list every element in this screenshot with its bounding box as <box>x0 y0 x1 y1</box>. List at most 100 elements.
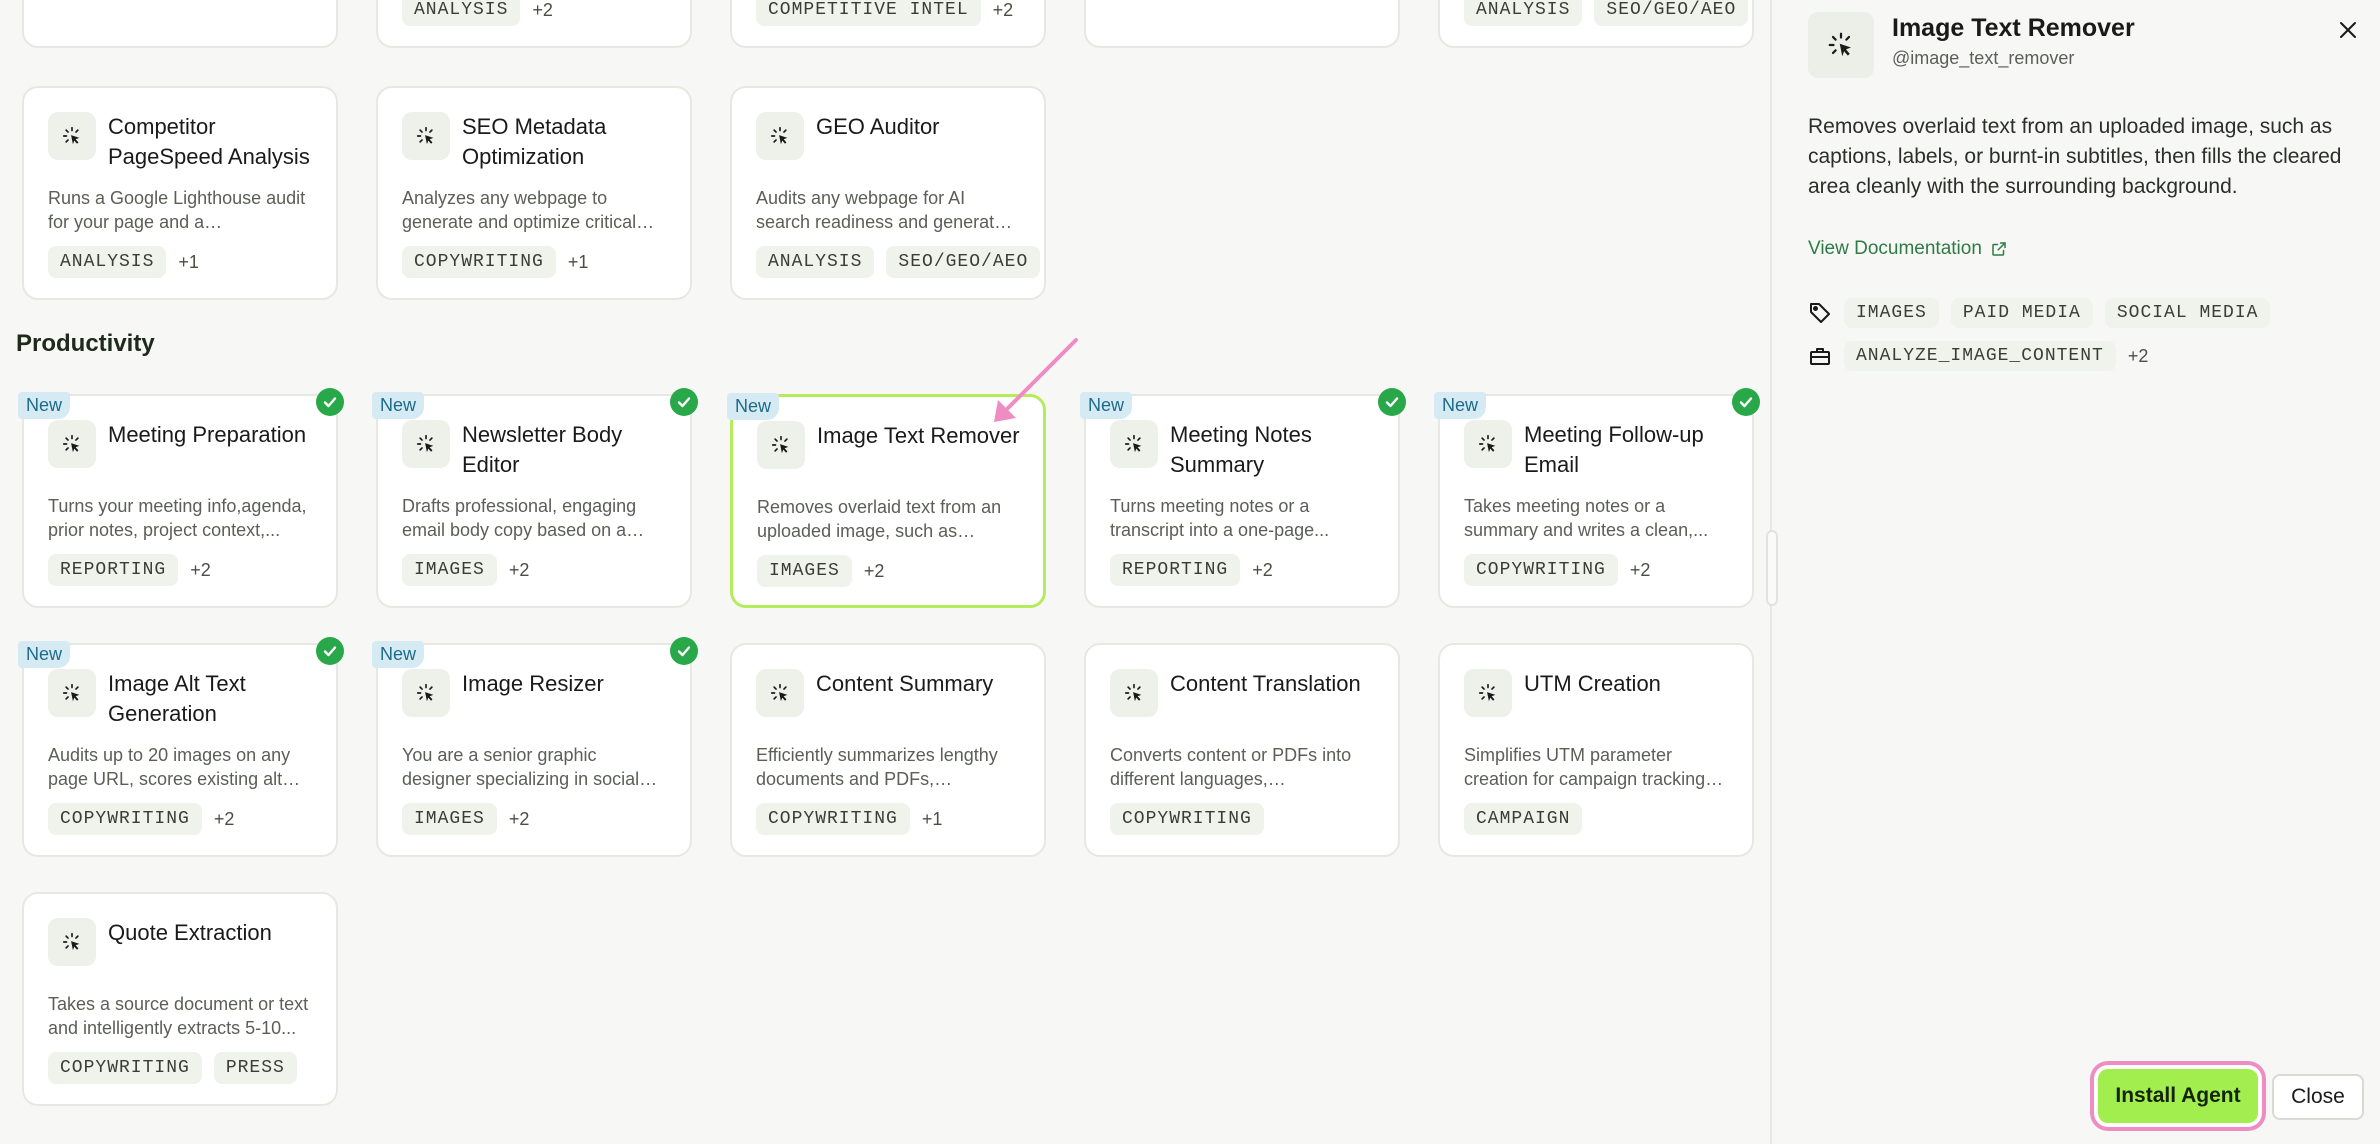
card-tags: IMAGES +2 <box>402 803 529 835</box>
agent-sparkle-icon <box>48 918 96 966</box>
agent-card[interactable]: Image Resizer You are a senior graphic de… <box>372 637 698 857</box>
panel-title: Image Text Remover <box>1892 14 2135 42</box>
agent-card-title: Quote Extraction <box>108 920 272 945</box>
close-button[interactable]: Close <box>2272 1074 2364 1120</box>
card-tags: ANALYSIS SEO/GEO/AEO <box>1464 0 1749 26</box>
more-tags-count: +1 <box>178 251 199 272</box>
agent-card-description: Efficiently summarizes lengthy documents… <box>756 745 998 789</box>
agent-card-description: Takes meeting notes or a summary and wri… <box>1464 496 1709 540</box>
agent-sparkle-icon <box>402 112 450 160</box>
card-tags: COPYWRITING +2 <box>48 803 234 835</box>
agent-card[interactable]: Image Text Remover Removes overlaid text … <box>727 393 1046 608</box>
agent-card-description: Audits any webpage for AI search readine… <box>756 188 1014 232</box>
card-tags: REPORTING +2 <box>48 554 211 586</box>
agent-card-description: Converts content or PDFs into different … <box>1110 745 1352 789</box>
agent-card-description: Turns meeting notes or a transcript into… <box>1110 496 1330 540</box>
panel-tools-row: ANALYZE_IMAGE_CONTENT +2 <box>1808 341 2148 371</box>
category-tag: ANALYSIS <box>756 246 875 278</box>
agent-card[interactable]: GEO Auditor Audits any webpage for AI sea… <box>730 86 1046 300</box>
card-tags: COMPETITIVE INTEL +2 <box>756 0 1013 26</box>
agent-card[interactable]: Meeting Follow-up Email Takes meeting not… <box>1434 388 1760 608</box>
agent-card-title: Competitor PageSpeed Analysis <box>108 114 310 169</box>
agent-card-title: Content Translation <box>1170 671 1361 696</box>
agent-card-description: returns a curated list of keywords... <box>1110 0 1374 2</box>
agent-card-title: SEO Metadata Optimization <box>462 114 607 169</box>
agent-card[interactable]: Meeting Preparation Turns your meeting in… <box>18 388 344 608</box>
check-circle-icon <box>670 637 698 665</box>
card-tags: ANALYSIS +1 <box>48 246 199 278</box>
agent-card-description: Drafts professional, engaging email body… <box>402 496 637 540</box>
section-title: Productivity <box>16 330 155 357</box>
category-tag: COPYWRITING <box>402 246 556 278</box>
agent-sparkle-icon <box>1464 420 1512 468</box>
agent-card[interactable]: returns a curated list of keywords... <box>1084 0 1400 48</box>
agent-card[interactable]: ANALYSIS +2 <box>376 0 692 48</box>
agent-card[interactable]: ANALYSIS SEO/GEO/AEO <box>1438 0 1754 48</box>
category-tag: CAMPAIGN <box>1464 803 1583 835</box>
agent-sparkle-icon <box>48 112 96 160</box>
more-tags-count: +1 <box>921 808 943 829</box>
agent-detail-panel: Image Text Remover @image_text_remover R… <box>1770 0 2380 1144</box>
category-tag: ANALYSIS <box>1464 0 1583 26</box>
check-circle-icon <box>1378 388 1406 416</box>
agent-card[interactable]: Content Summary Efficiently summarizes le… <box>730 643 1046 857</box>
more-tags-count: +2 <box>863 560 885 581</box>
agent-sparkle-icon <box>756 669 804 717</box>
card-tags: ANALYSIS SEO/GEO/AEO <box>756 246 1041 278</box>
agent-card-title: Image Alt Text Generation <box>108 671 246 726</box>
agent-card[interactable]: Newsletter Body Editor Drafts professiona… <box>372 388 698 608</box>
close-icon[interactable] <box>2332 14 2364 46</box>
agent-card-title: Image Resizer <box>462 671 604 696</box>
agent-sparkle-icon <box>402 669 450 717</box>
card-tags: COPYWRITING PRESS <box>48 1052 297 1084</box>
agent-card[interactable]: Image Alt Text Generation Audits up to 20… <box>18 637 344 857</box>
agent-card-description: Simplifies UTM parameter creation for ca… <box>1464 745 1706 789</box>
agent-card-title: Meeting Preparation <box>108 422 307 447</box>
new-badge: New <box>727 393 780 420</box>
card-tags: IMAGES +2 <box>757 555 884 587</box>
more-tags-count: +2 <box>190 559 211 580</box>
view-documentation-link[interactable]: View Documentation <box>1808 238 2008 260</box>
category-tag: COPYWRITING <box>756 803 910 835</box>
card-tags: CAMPAIGN <box>1464 803 1583 835</box>
agent-card-description: competitive enhancements directly... <box>48 0 312 2</box>
panel-resize-handle[interactable] <box>1766 530 1778 606</box>
more-tags-count: +1 <box>567 251 589 272</box>
card-tags: COPYWRITING +1 <box>402 246 588 278</box>
category-tag: IMAGES <box>402 803 497 835</box>
agent-card[interactable]: Content Translation Converts content or P… <box>1084 643 1400 857</box>
agent-card[interactable]: Meeting Notes Summary Turns meeting notes… <box>1080 388 1406 608</box>
agent-card-description: Takes a source document or text and inte… <box>48 994 309 1038</box>
new-badge: New <box>372 392 425 419</box>
card-tags: COPYWRITING <box>1110 803 1264 835</box>
category-tag: ANALYSIS <box>48 246 167 278</box>
new-badge: New <box>18 641 71 668</box>
agent-card-title: Meeting Follow-up Email <box>1524 422 1704 477</box>
new-badge: New <box>18 392 71 419</box>
more-tools-count: +2 <box>2127 345 2149 366</box>
more-tags-count: +2 <box>1252 559 1273 580</box>
agent-catalog: competitive enhancements directly... ANAL… <box>0 0 1770 1144</box>
agent-card-description: Removes overlaid text from an uploaded i… <box>757 497 1002 541</box>
agent-card[interactable]: Quote Extraction Takes a source document … <box>22 892 338 1106</box>
agent-card[interactable]: COMPETITIVE INTEL +2 <box>730 0 1046 48</box>
agent-sparkle-icon <box>1110 420 1158 468</box>
agent-card[interactable]: Competitor PageSpeed Analysis Runs a Goog… <box>22 86 338 300</box>
new-badge: New <box>372 641 425 668</box>
agent-card[interactable]: competitive enhancements directly... <box>22 0 338 48</box>
agent-sparkle-icon <box>1464 669 1512 717</box>
category-tag: COPYWRITING <box>48 1052 202 1084</box>
agent-card[interactable]: UTM Creation Simplifies UTM parameter cre… <box>1438 643 1754 857</box>
annotation-arrow-icon <box>994 338 1078 422</box>
install-agent-button[interactable]: Install Agent <box>2098 1069 2258 1123</box>
new-badge: New <box>1080 392 1133 419</box>
agent-sparkle-icon <box>48 420 96 468</box>
agent-card[interactable]: SEO Metadata Optimization Analyzes any we… <box>376 86 692 300</box>
panel-description: Removes overlaid text from an uploaded i… <box>1808 115 2342 198</box>
category-tag: IMAGES <box>402 554 497 586</box>
agent-card-title: Newsletter Body Editor <box>462 422 623 477</box>
panel-category-tag: SOCIAL MEDIA <box>2104 298 2271 328</box>
card-tags: COPYWRITING +2 <box>1464 554 1650 586</box>
check-circle-icon <box>316 388 344 416</box>
agent-sparkle-icon <box>757 421 805 469</box>
